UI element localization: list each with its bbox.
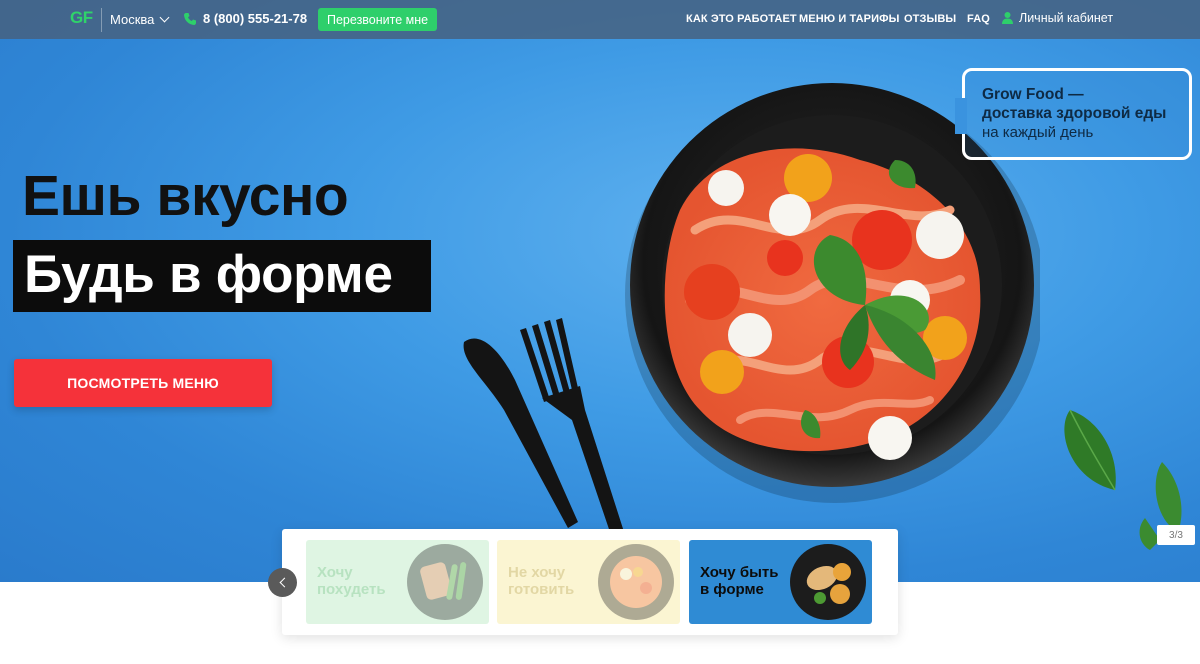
phone-icon (184, 12, 196, 25)
personal-account-link[interactable]: Личный кабинет (1001, 11, 1113, 25)
goal-card-stay-fit[interactable]: Хочу быть в форме (689, 540, 872, 624)
goal-card-label: Не хочу готовить (508, 564, 575, 598)
nav-faq[interactable]: FAQ (967, 13, 990, 25)
hero-headline-line1: Ешь вкусно (22, 164, 349, 228)
tagline-border-gap (955, 98, 967, 134)
hero-headline-line2: Будь в форме (24, 245, 393, 304)
tagline-service: доставка здоровой еды (982, 105, 1167, 122)
city-label: Москва (110, 12, 155, 27)
personal-account-label: Личный кабинет (1019, 11, 1114, 25)
city-selector[interactable]: Москва (110, 12, 170, 27)
top-navbar: GF Москва 8 (800) 555-21-78 Перезвоните … (0, 0, 1200, 39)
pasta-dish-image (598, 544, 674, 620)
tagline-subtitle: на каждый день (982, 124, 1094, 141)
goal-card-lose-weight[interactable]: Хочу похудеть (306, 540, 489, 624)
nav-how-it-works[interactable]: КАК ЭТО РАБОТАЕТ (686, 13, 797, 25)
phone-number: 8 (800) 555-21-78 (203, 11, 308, 26)
phone-link[interactable]: 8 (800) 555-21-78 (183, 11, 307, 26)
tagline-card: Grow Food — доставка здоровой еды на каж… (962, 68, 1192, 160)
logo[interactable]: GF (70, 8, 102, 32)
user-icon (1002, 12, 1013, 24)
pasta-plate-image (463, 83, 1040, 538)
nav-reviews[interactable]: ОТЗЫВЫ (904, 13, 956, 25)
tagline-brand: Grow Food — (982, 86, 1084, 103)
goal-card-no-cooking[interactable]: Не хочу готовить (497, 540, 680, 624)
chicken-dish-image (790, 544, 866, 620)
goal-card-label: Хочу быть в форме (700, 564, 779, 598)
goal-card-label: Хочу похудеть (317, 564, 386, 598)
slide-counter: 3/3 (1157, 525, 1195, 545)
carousel-prev-button[interactable] (268, 568, 297, 597)
callback-button[interactable]: Перезвоните мне (318, 8, 438, 31)
hero-section: GF Москва 8 (800) 555-21-78 Перезвоните … (0, 0, 1200, 582)
view-menu-button[interactable]: ПОСМОТРЕТЬ МЕНЮ (14, 359, 272, 407)
chevron-left-icon (279, 577, 289, 588)
nav-menu-and-prices[interactable]: МЕНЮ И ТАРИФЫ (799, 13, 899, 25)
chevron-down-icon (159, 12, 170, 23)
salmon-dish-image (407, 544, 483, 620)
